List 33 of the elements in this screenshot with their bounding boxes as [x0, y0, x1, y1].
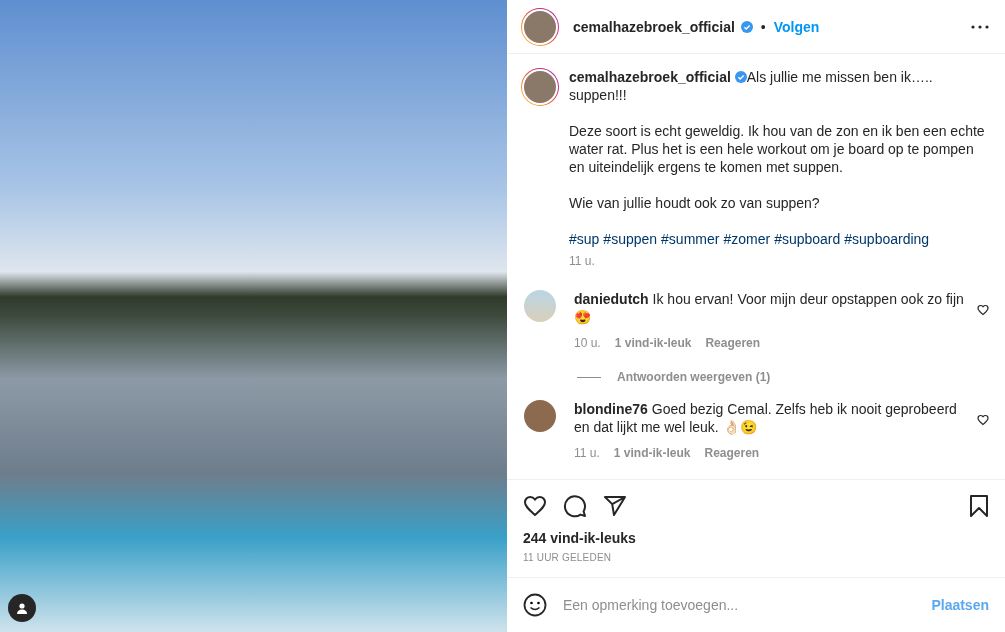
bookmark-icon[interactable]: [969, 495, 989, 517]
avatar[interactable]: [521, 68, 559, 106]
comment-icon[interactable]: [563, 494, 587, 518]
hashtag-link[interactable]: #summer: [661, 230, 720, 248]
post-date: 11 UUR GELEDEN: [522, 552, 613, 563]
username-link[interactable]: daniedutch: [574, 291, 649, 307]
separator-dot: •: [760, 18, 766, 35]
hashtag-link[interactable]: #supboard: [774, 230, 841, 248]
emoji-icon[interactable]: [523, 593, 547, 617]
username-link[interactable]: cemalhazebroek_official: [569, 69, 731, 85]
heart-icon[interactable]: [523, 494, 547, 518]
comment-time: 10 u.: [574, 336, 601, 350]
username-link[interactable]: blondine76: [574, 401, 648, 417]
caption-text: cemalhazebroek_official Als jullie me missen ben ik….. suppen!!!: [569, 68, 934, 104]
username-link[interactable]: cemalhazebroek_official: [573, 18, 735, 35]
avatar[interactable]: [521, 7, 559, 46]
heart-icon[interactable]: [977, 304, 989, 316]
heart-icon[interactable]: [977, 414, 989, 426]
post-time: 11 u.: [569, 254, 596, 268]
caption-text: Deze soort is echt geweldig. Ik hou van de zon en ik ben een echte water rat. Plus het is een hele workout om je board op te pompen en uiteindelijk ergens te komen met suppen.: [569, 122, 986, 176]
more-options-icon[interactable]: [971, 24, 989, 29]
hashtag-link[interactable]: #suppen: [603, 230, 658, 248]
hashtag-link[interactable]: #sup: [569, 230, 600, 248]
comment-text: blondine76 Goed bezig Cemal. Zelfs heb ik nooit geprobeerd en dat lijkt me wel leuk. 👌🏻😉: [574, 400, 958, 436]
like-count[interactable]: 244 vind-ik-leuks: [507, 530, 1005, 546]
hashtag-link[interactable]: #supboarding: [844, 230, 930, 248]
hashtag-link[interactable]: #zomer: [723, 230, 771, 248]
comment-time: 11 u.: [574, 446, 600, 460]
caption-text: Wie van jullie houdt ook zo van suppen?: [569, 194, 821, 212]
user-tag-icon[interactable]: [8, 594, 36, 622]
avatar[interactable]: [524, 400, 556, 432]
share-icon[interactable]: [603, 494, 627, 518]
comment-text: daniedutch Ik hou ervan! Voor mijn deur opstappen ook zo fijn 😍: [574, 290, 965, 326]
